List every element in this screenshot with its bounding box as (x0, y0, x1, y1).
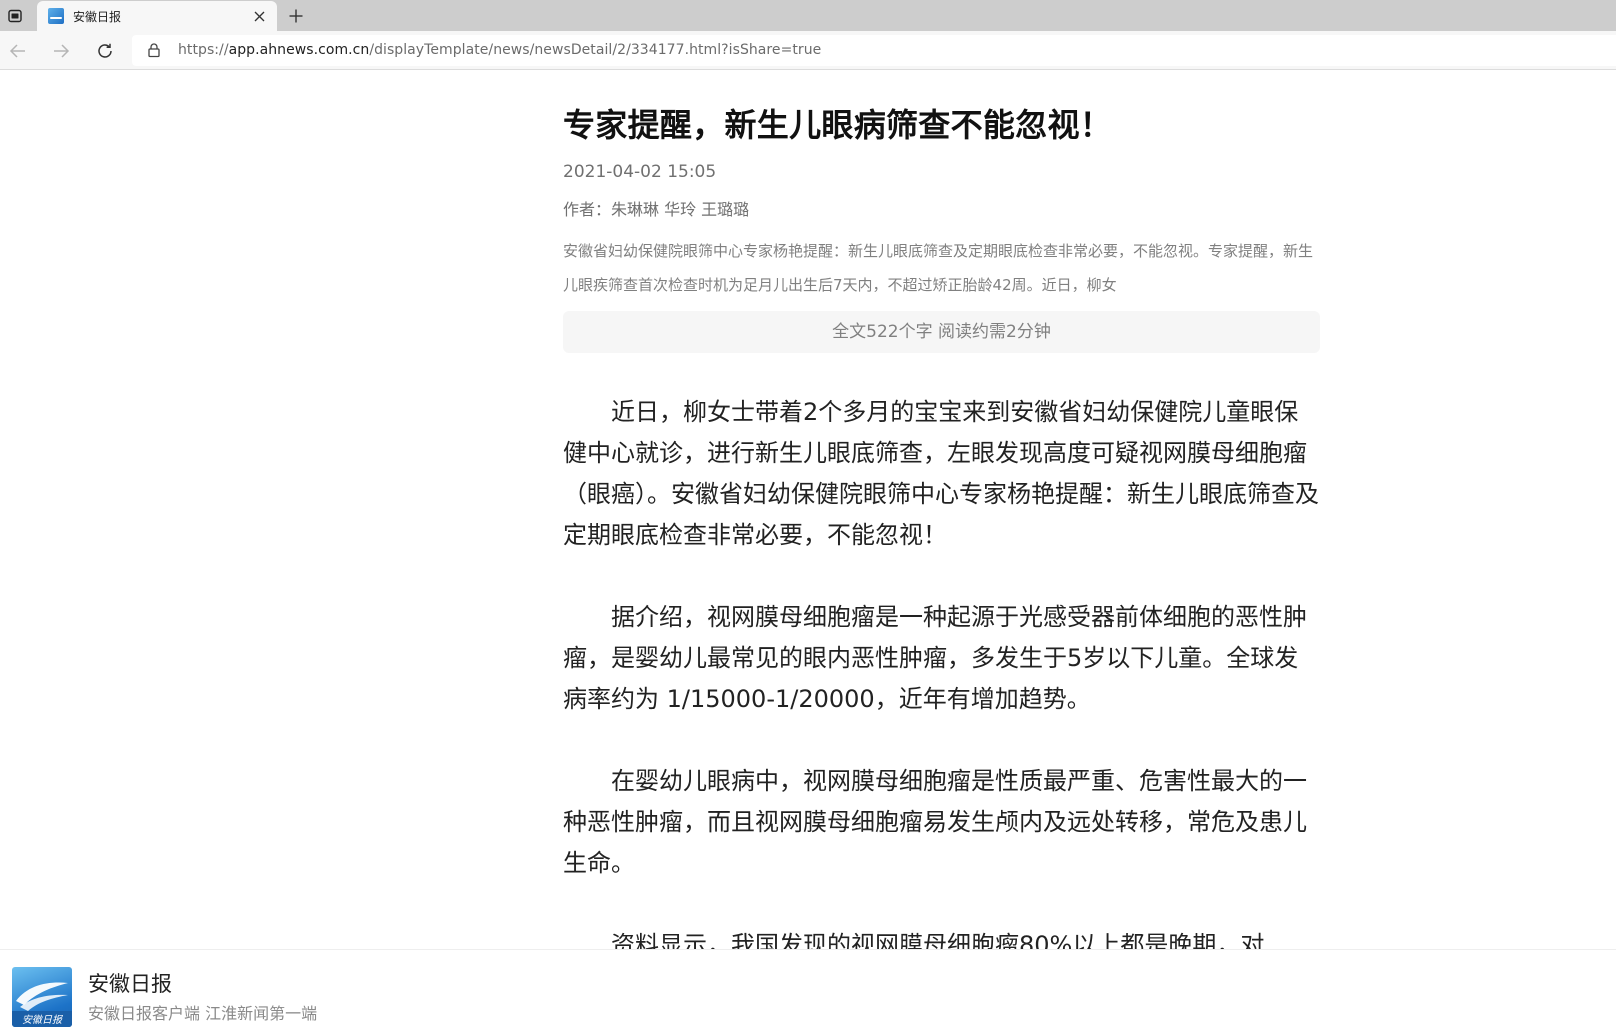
ahnews-favicon-icon (48, 8, 64, 24)
tab-title: 安徽日报 (73, 10, 122, 24)
article-paragraph: 在婴幼儿眼病中，视网膜母细胞瘤是性质最严重、危害性最大的一种恶性肿瘤，而且视网膜… (563, 767, 1307, 877)
close-icon[interactable] (250, 7, 268, 25)
article-summary: 安徽省妇幼保健院眼筛中心专家杨艳提醒：新生儿眼底筛查及定期眼底检查非常必要，不能… (563, 242, 1314, 294)
lock-icon[interactable] (146, 42, 162, 58)
new-tab-icon[interactable] (284, 4, 308, 28)
browser-tab[interactable]: 安徽日报 (37, 1, 277, 31)
article-byline: 作者：朱琳琳 华玲 王璐璐 (563, 200, 750, 219)
banner-logo-text: 安徽日报 (22, 1014, 63, 1026)
banner-app-name: 安徽日报 (88, 972, 172, 996)
article-title: 专家提醒，新生儿眼病筛查不能忽视！ (563, 106, 1113, 144)
ahnews-logo-icon: 安徽日报 (12, 967, 72, 1027)
url-path: /displayTemplate/news/newsDetail/2/33417… (369, 42, 822, 58)
back-arrow-icon[interactable] (5, 38, 31, 64)
url-text[interactable]: https://app.ahnews.com.cn/displayTemplat… (178, 42, 821, 58)
reload-icon[interactable] (92, 38, 118, 64)
publish-date: 2021-04-02 15:05 (563, 162, 717, 182)
browser-tab-strip: 安徽日报 (0, 0, 1616, 31)
url-host: app.ahnews.com.cn (228, 42, 370, 58)
address-bar[interactable]: https://app.ahnews.com.cn/displayTemplat… (132, 35, 1616, 66)
tab-actions-icon[interactable] (0, 0, 30, 31)
article-body: 近日，柳女士带着2个多月的宝宝来到安徽省妇幼保健院儿童眼保健中心就诊，进行新生儿… (563, 392, 1320, 1007)
article-paragraph: 近日，柳女士带着2个多月的宝宝来到安徽省妇幼保健院儿童眼保健中心就诊，进行新生儿… (563, 398, 1319, 549)
fulltext-info-bar[interactable]: 全文522个字 阅读约需2分钟 (563, 311, 1320, 353)
browser-toolbar: https://app.ahnews.com.cn/displayTemplat… (0, 31, 1616, 70)
app-download-banner[interactable]: 安徽日报 安徽日报 安徽日报客户端 江淮新闻第一端 (0, 949, 1616, 1032)
url-scheme: https:// (178, 42, 229, 58)
article-paragraph: 据介绍，视网膜母细胞瘤是一种起源于光感受器前体细胞的恶性肿瘤，是婴幼儿最常见的眼… (563, 603, 1307, 713)
banner-description: 安徽日报客户端 江淮新闻第一端 (88, 1004, 318, 1023)
forward-arrow-icon[interactable] (48, 38, 74, 64)
